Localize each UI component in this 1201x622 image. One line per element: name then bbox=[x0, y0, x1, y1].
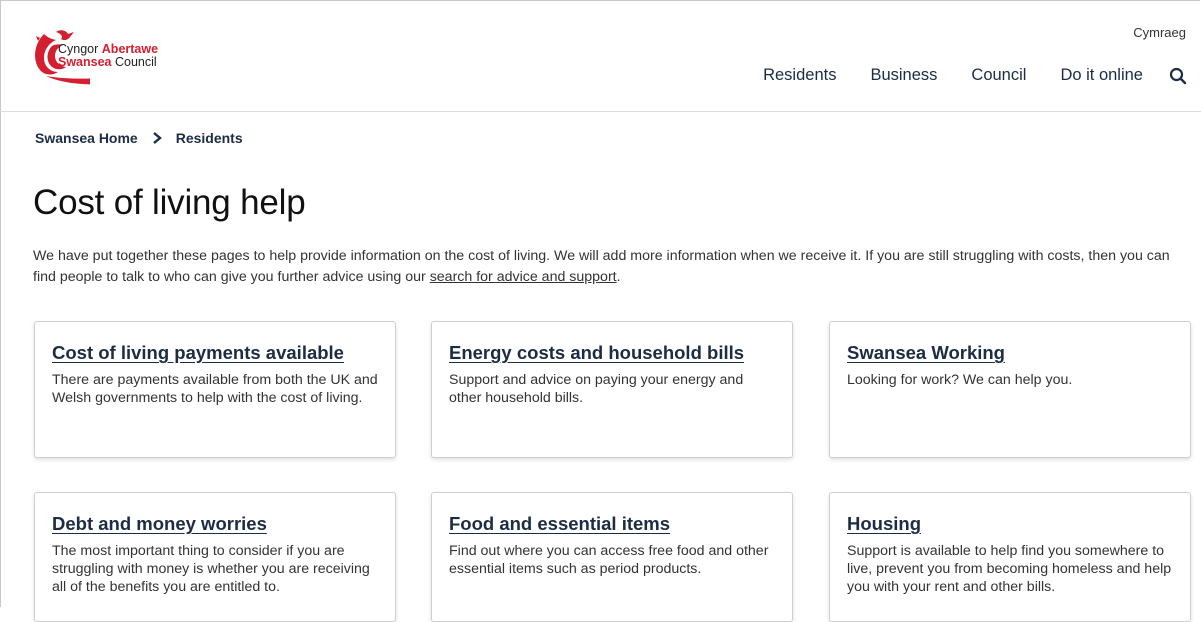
site-header: Cyngor Abertawe Swansea Council Cymraeg … bbox=[0, 0, 1201, 112]
card-housing[interactable]: Housing Support is available to help fin… bbox=[829, 492, 1191, 622]
card-title-link[interactable]: Energy costs and household bills bbox=[449, 342, 775, 364]
nav-do-it-online[interactable]: Do it online bbox=[1060, 66, 1143, 85]
chevron-right-icon bbox=[152, 132, 162, 144]
breadcrumb: Swansea Home Residents bbox=[35, 130, 243, 146]
card-debt-money-worries[interactable]: Debt and money worries The most importan… bbox=[34, 492, 396, 622]
nav-council[interactable]: Council bbox=[971, 66, 1026, 85]
logo-text: Cyngor Abertawe Swansea Council bbox=[58, 43, 158, 69]
logo-line2-bold: Swansea bbox=[58, 55, 112, 69]
card-title-link[interactable]: Debt and money worries bbox=[52, 513, 378, 535]
main-nav: Residents Business Council Do it online bbox=[763, 66, 1187, 85]
card-food-essential-items[interactable]: Food and essential items Find out where … bbox=[431, 492, 793, 622]
intro-paragraph: We have put together these pages to help… bbox=[33, 246, 1183, 288]
card-description: There are payments available from both t… bbox=[52, 372, 378, 406]
card-description: The most important thing to consider if … bbox=[52, 543, 370, 595]
card-description: Support and advice on paying your energy… bbox=[449, 372, 744, 406]
nav-business[interactable]: Business bbox=[870, 66, 937, 85]
logo-line2-suffix: Council bbox=[111, 55, 157, 69]
swansea-council-logo[interactable]: Cyngor Abertawe Swansea Council bbox=[30, 26, 230, 96]
card-description: Looking for work? We can help you. bbox=[847, 372, 1073, 388]
logo-line1-bold: Abertawe bbox=[101, 42, 159, 56]
advice-support-link[interactable]: search for advice and support bbox=[430, 269, 617, 285]
nav-residents[interactable]: Residents bbox=[763, 66, 836, 85]
card-title-link[interactable]: Housing bbox=[847, 513, 1173, 535]
card-cost-of-living-payments[interactable]: Cost of living payments available There … bbox=[34, 321, 396, 458]
card-title-link[interactable]: Swansea Working bbox=[847, 342, 1173, 364]
card-description: Find out where you can access free food … bbox=[449, 543, 769, 577]
intro-end: . bbox=[616, 269, 621, 285]
card-description: Support is available to help find you so… bbox=[847, 543, 1172, 595]
card-title-link[interactable]: Cost of living payments available bbox=[52, 342, 378, 364]
breadcrumb-residents-link[interactable]: Residents bbox=[176, 130, 243, 146]
breadcrumb-home-link[interactable]: Swansea Home bbox=[35, 130, 138, 146]
card-swansea-working[interactable]: Swansea Working Looking for work? We can… bbox=[829, 321, 1191, 458]
card-title-link[interactable]: Food and essential items bbox=[449, 513, 775, 535]
language-switch-link[interactable]: Cymraeg bbox=[1133, 25, 1186, 40]
card-energy-costs[interactable]: Energy costs and household bills Support… bbox=[431, 321, 793, 458]
logo-line1-prefix: Cyngor bbox=[58, 42, 102, 56]
page-title: Cost of living help bbox=[33, 183, 306, 222]
search-icon[interactable] bbox=[1169, 67, 1187, 85]
